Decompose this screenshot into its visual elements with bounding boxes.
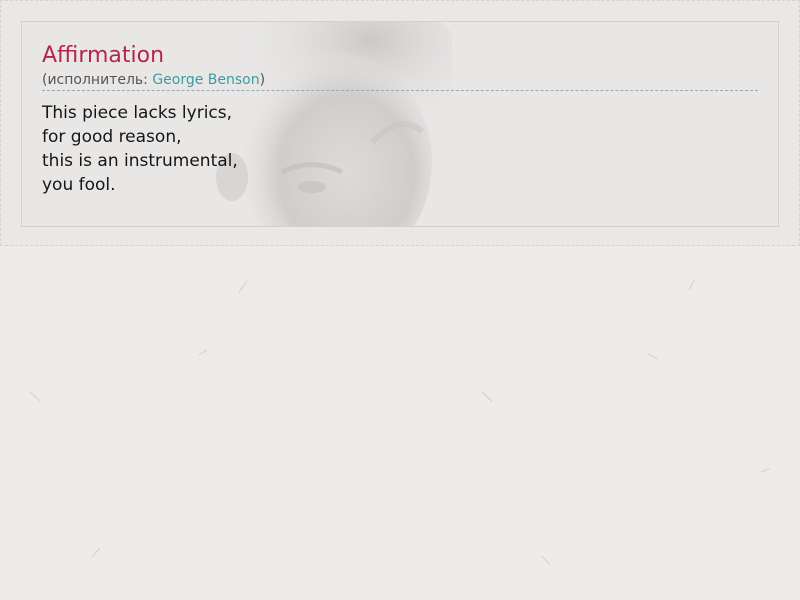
lyric-line: you fool. — [42, 175, 116, 195]
paper-fiber — [198, 349, 208, 356]
divider — [42, 90, 758, 91]
lyrics-card: Affirmation (исполнитель: George Benson)… — [21, 21, 779, 227]
performer-prefix: (исполнитель: — [42, 72, 153, 88]
paper-fiber — [688, 279, 696, 290]
lyric-line: This piece lacks lyrics, — [42, 103, 233, 123]
lyric-line: this is an instrumental, — [42, 151, 238, 171]
paper-fiber — [648, 353, 658, 360]
lyric-line: for good reason, — [42, 127, 182, 147]
paper-fiber — [481, 391, 493, 402]
artist-link[interactable]: George Benson — [152, 72, 259, 88]
song-info: Affirmation (исполнитель: George Benson)… — [42, 42, 758, 197]
lyrics-text: This piece lacks lyrics, for good reason… — [42, 101, 758, 197]
performer-line: (исполнитель: George Benson) — [42, 70, 758, 90]
paper-fiber — [541, 555, 551, 566]
paper-fiber — [760, 468, 770, 473]
paper-fiber — [91, 547, 101, 558]
paper-fiber — [29, 391, 41, 402]
song-title: Affirmation — [42, 43, 165, 68]
paper-fiber — [238, 280, 248, 293]
performer-suffix: ) — [259, 72, 266, 88]
